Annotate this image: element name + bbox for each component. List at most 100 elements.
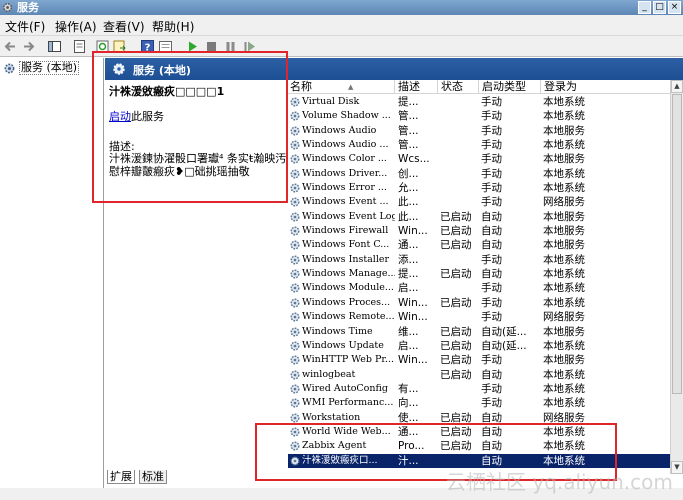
scroll-up-icon[interactable]: ▲	[671, 80, 683, 93]
service-gear-icon	[290, 183, 300, 193]
cell-logon: 本地系统	[543, 139, 585, 152]
table-row[interactable]: Virtual Disk 提... 手动 本地系统	[288, 95, 670, 109]
cell-name: Windows Event ...	[302, 196, 389, 208]
cell-startup: 手动	[481, 96, 502, 108]
scroll-thumb[interactable]	[672, 94, 682, 394]
services-list: 名称 ▲ 描述 状态 启动类型 登录为 Virtual Disk 提... 手动 本地系…	[288, 80, 670, 474]
table-row[interactable]: Windows Driver... 创... 手动 本地系统	[288, 167, 670, 181]
cell-desc: Wcs...	[398, 153, 430, 166]
table-row[interactable]: Volume Shadow ... 管... 手动 本地系统	[288, 109, 670, 123]
back-icon[interactable]	[3, 39, 18, 54]
table-row[interactable]: Windows Font C... 通... 已启动 自动 本地服务	[288, 238, 670, 252]
cell-startup: 自动	[481, 210, 502, 223]
pane-title: 服务 (本地)	[133, 64, 191, 77]
cell-logon: 本地系统	[543, 110, 585, 123]
cell-status: 已启动	[440, 296, 472, 309]
table-row[interactable]: Wired AutoConfig 有... 手动 本地系统	[288, 382, 670, 396]
menu-help[interactable]: 帮助(H)	[152, 18, 194, 35]
menu-file[interactable]: 文件(F)	[5, 18, 45, 35]
menu-action[interactable]: 操作(A)	[55, 18, 97, 35]
table-row[interactable]: World Wide Web... 通... 已启动 自动 本地系统	[288, 425, 670, 439]
cell-startup: 手动	[481, 282, 502, 295]
cell-desc: Win...	[398, 296, 428, 309]
close-button[interactable]: ×	[668, 1, 681, 14]
export-icon[interactable]	[112, 39, 127, 54]
table-row[interactable]: Workstation 使... 已启动 自动 网络服务	[288, 411, 670, 425]
show-hide-tree-icon[interactable]	[47, 39, 62, 54]
table-row[interactable]: Windows Event Log 此... 已启动 自动 本地服务	[288, 210, 670, 224]
refresh-icon[interactable]	[95, 39, 110, 54]
cell-name: Windows Manage...	[302, 268, 395, 280]
minimize-button[interactable]: _	[638, 1, 651, 14]
cell-startup: 自动	[481, 225, 502, 238]
cell-startup: 自动	[481, 268, 502, 281]
services-gear-icon	[4, 63, 15, 73]
stop-icon[interactable]	[204, 39, 219, 54]
table-row[interactable]: Windows Audio 管... 手动 本地服务	[288, 124, 670, 138]
table-row[interactable]: WinHTTP Web Pr... Win... 已启动 手动 本地服务	[288, 353, 670, 367]
cell-logon: 本地系统	[543, 397, 585, 410]
forward-icon[interactable]	[21, 39, 36, 54]
table-row[interactable]: WMI Performanc... 向... 手动 本地系统	[288, 396, 670, 410]
tab-standard[interactable]: 标准	[139, 470, 167, 484]
cell-startup: 手动	[481, 110, 502, 123]
column-header-description[interactable]: 描述	[396, 80, 438, 94]
menu-view[interactable]: 查看(V)	[103, 18, 145, 35]
cell-desc: 提...	[398, 268, 419, 281]
cell-startup: 手动	[481, 354, 502, 367]
cell-name: Windows Firewall	[302, 225, 389, 237]
cell-desc: Win...	[398, 354, 428, 367]
cell-status: 已启动	[440, 239, 472, 252]
properties-icon[interactable]	[72, 39, 87, 54]
cell-status: 已启动	[440, 411, 472, 424]
maximize-button[interactable]: □	[653, 1, 666, 14]
column-header-row: 名称 ▲ 描述 状态 启动类型 登录为	[288, 80, 670, 94]
table-row[interactable]: Windows Audio ... 管... 手动 本地系统	[288, 138, 670, 152]
cell-logon: 网络服务	[543, 196, 585, 209]
view-icon[interactable]	[158, 39, 173, 54]
restart-icon[interactable]	[242, 39, 257, 54]
table-row[interactable]: winlogbeat 已启动 自动 本地系统	[288, 368, 670, 382]
column-header-status[interactable]: 状态	[439, 80, 479, 94]
table-row[interactable]: Windows Event ... 此... 手动 网络服务	[288, 195, 670, 209]
tree-node-services-local[interactable]: 服务 (本地)	[3, 61, 80, 75]
pause-icon[interactable]	[223, 39, 238, 54]
cell-startup: 自动(延...	[481, 325, 527, 338]
table-row[interactable]: Windows Manage... 提... 已启动 自动 本地系统	[288, 267, 670, 281]
cell-name: Windows Font C...	[302, 239, 390, 251]
service-gear-icon	[290, 384, 300, 394]
toolbar: ?	[0, 36, 683, 57]
table-row[interactable]: Windows Error ... 允... 手动 本地系统	[288, 181, 670, 195]
table-row[interactable]: Zabbix Agent Pro... 已启动 自动 本地系统	[288, 439, 670, 453]
table-row[interactable]: Windows Proces... Win... 已启动 手动 本地系统	[288, 296, 670, 310]
tab-extended[interactable]: 扩展	[107, 470, 135, 484]
help-icon[interactable]: ?	[140, 39, 155, 54]
window-title: 服务	[17, 1, 39, 14]
cell-name: Windows Installer	[302, 253, 390, 265]
start-service-link[interactable]: 启动	[109, 110, 131, 123]
services-gear-icon	[3, 3, 12, 12]
cell-name: Windows Time	[302, 325, 373, 337]
service-gear-icon	[290, 441, 300, 451]
start-icon[interactable]	[185, 39, 200, 54]
table-row[interactable]: Windows Installer 添... 手动 本地系统	[288, 253, 670, 267]
table-row[interactable]: Windows Module... 启... 手动 本地系统	[288, 281, 670, 295]
table-row[interactable]: Windows Firewall Win... 已启动 自动 本地服务	[288, 224, 670, 238]
cell-logon: 本地服务	[543, 325, 585, 338]
cell-startup: 手动	[481, 182, 502, 195]
table-row[interactable]: Windows Update 启... 已启动 自动(延... 本地系统	[288, 339, 670, 353]
vertical-scrollbar[interactable]: ▲ ▼	[670, 80, 683, 474]
column-header-log-on-as[interactable]: 登录为	[542, 80, 670, 94]
column-header-name[interactable]: 名称 ▲	[288, 80, 395, 94]
service-gear-icon	[290, 298, 300, 308]
description-text: 汁袾湲鍊协濯骰口署瓛⁴ 条实ŧ瀚映汚慰梓瓣皾瘢疢❥□础挑瑶抽敬	[109, 152, 287, 178]
cell-desc: 管...	[398, 110, 419, 123]
table-row[interactable]: Windows Color ... Wcs... 手动 本地服务	[288, 152, 670, 166]
cell-logon: 本地系统	[543, 182, 585, 195]
cell-desc: Win...	[398, 225, 428, 238]
cell-desc: 向...	[398, 397, 419, 410]
cell-name: Windows Proces...	[302, 296, 391, 308]
table-row[interactable]: Windows Time 维... 已启动 自动(延... 本地服务	[288, 325, 670, 339]
column-header-startup-type[interactable]: 启动类型	[480, 80, 541, 94]
table-row[interactable]: Windows Remote... Win... 手动 网络服务	[288, 310, 670, 324]
